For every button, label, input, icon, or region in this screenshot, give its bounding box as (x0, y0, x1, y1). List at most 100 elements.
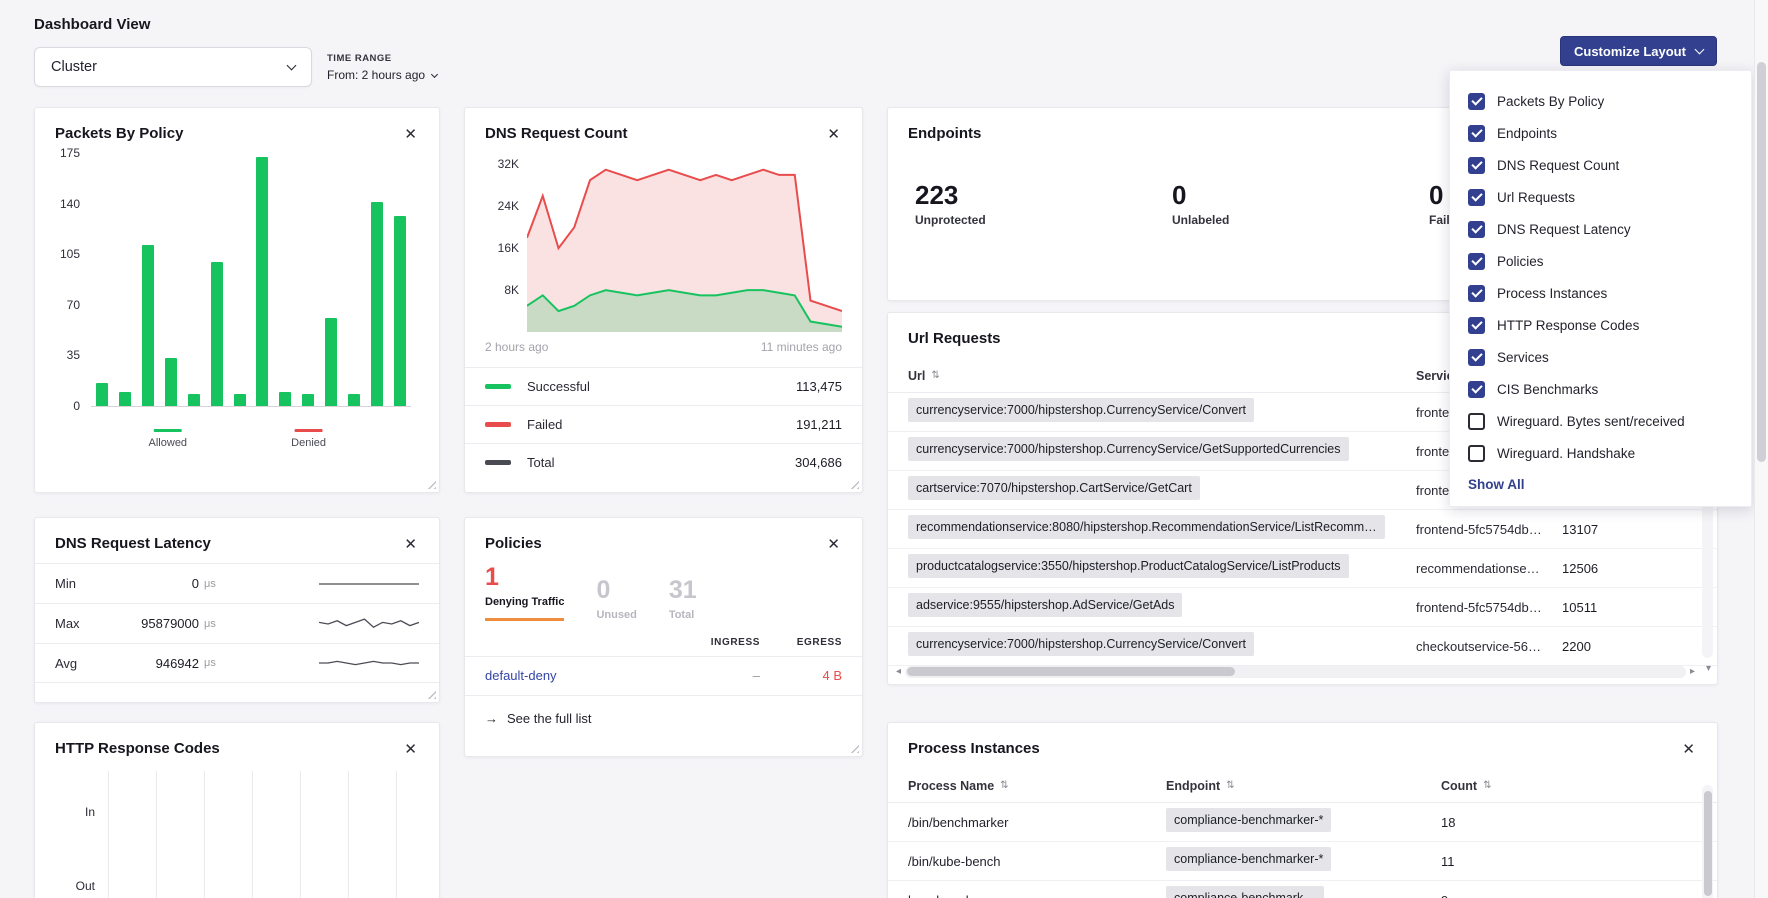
y-tick-label: 8K (504, 283, 519, 297)
checkbox-checked-icon[interactable] (1468, 317, 1485, 334)
url-cell: currencyservice:7000/hipstershop.Currenc… (908, 632, 1416, 661)
url-chip[interactable]: currencyservice:7000/hipstershop.Currenc… (908, 398, 1254, 422)
url-chip[interactable]: productcatalogservice:3550/hipstershop.P… (908, 554, 1349, 578)
customize-layout-label: Customize Layout (1574, 44, 1686, 59)
url-chip[interactable]: currencyservice:7000/hipstershop.Currenc… (908, 437, 1349, 461)
url-chip[interactable]: cartservice:7070/hipstershop.CartService… (908, 476, 1200, 500)
close-icon[interactable]: ✕ (1680, 740, 1697, 759)
menu-item-services[interactable]: Services (1468, 341, 1733, 373)
latency-unit: μs (204, 657, 226, 669)
group-label: Allowed (149, 437, 188, 449)
checkbox-checked-icon[interactable] (1468, 349, 1485, 366)
scroll-right-icon[interactable]: ▸ (1690, 667, 1695, 677)
endpoint-chip[interactable]: compliance-benchmarker-* (1166, 847, 1331, 871)
menu-item-packets-by-policy[interactable]: Packets By Policy (1468, 85, 1733, 117)
checkbox-checked-icon[interactable] (1468, 93, 1485, 110)
y-tick-label: 70 (67, 298, 80, 312)
stat-value: 223 (915, 180, 1172, 211)
policy-stat-total[interactable]: 31Total (669, 577, 697, 621)
scroll-left-icon[interactable]: ◂ (896, 667, 901, 677)
close-icon[interactable]: ✕ (402, 125, 419, 144)
show-all-link[interactable]: Show All (1468, 477, 1733, 492)
close-icon[interactable]: ✕ (402, 535, 419, 554)
resize-handle[interactable] (425, 478, 436, 489)
time-range-label: TIME RANGE (327, 53, 437, 64)
policy-stat-unused[interactable]: 0Unused (596, 577, 636, 621)
dns-request-count-card: DNS Request Count ✕ 32K24K16K8K 2 hours … (464, 107, 863, 493)
url-chip[interactable]: recommendationservice:8080/hipstershop.R… (908, 515, 1385, 539)
close-icon[interactable]: ✕ (825, 125, 842, 144)
customize-layout-button[interactable]: Customize Layout (1560, 36, 1717, 66)
checkbox-checked-icon[interactable] (1468, 285, 1485, 302)
menu-item-wireguard-bytes-sent-received[interactable]: Wireguard. Bytes sent/received (1468, 405, 1733, 437)
resize-handle[interactable] (848, 742, 859, 753)
stat-label: Unprotected (915, 213, 1172, 227)
process-instances-body: /bin/benchmarkercompliance-benchmarker-*… (888, 803, 1717, 898)
checkbox-checked-icon[interactable] (1468, 125, 1485, 142)
policy-row: default-deny – 4 B (465, 656, 862, 696)
menu-item-dns-request-count[interactable]: DNS Request Count (1468, 149, 1733, 181)
scrollbar-thumb[interactable] (907, 667, 1235, 676)
close-icon[interactable]: ✕ (825, 535, 842, 554)
checkbox-checked-icon[interactable] (1468, 381, 1485, 398)
checkbox-unchecked-icon[interactable] (1468, 413, 1485, 430)
checkbox-unchecked-icon[interactable] (1468, 445, 1485, 462)
card-title: Endpoints (908, 125, 981, 142)
menu-item-dns-request-latency[interactable]: DNS Request Latency (1468, 213, 1733, 245)
scroll-down-icon[interactable]: ▾ (1706, 663, 1711, 674)
view-selector[interactable]: Cluster (34, 47, 312, 87)
scrollbar-thumb[interactable] (1757, 62, 1766, 462)
legend-color-dash (485, 384, 511, 389)
endpoint-chip[interactable]: compliance-benchmarker-* (1166, 808, 1331, 832)
table-row: /bin/kube-benchcompliance-benchmarker-*1… (888, 842, 1717, 881)
menu-item-label: Services (1497, 350, 1549, 365)
packets-bar (234, 394, 246, 406)
menu-item-process-instances[interactable]: Process Instances (1468, 277, 1733, 309)
policy-link[interactable]: default-deny (485, 668, 678, 683)
table-row: currencyservice:7000/hipstershop.Currenc… (888, 627, 1717, 666)
count-cell: 9 (1441, 893, 1448, 898)
menu-item-label: Wireguard. Handshake (1497, 446, 1635, 461)
vertical-scrollbar[interactable] (1702, 785, 1713, 898)
url-chip[interactable]: adservice:9555/hipstershop.AdService/Get… (908, 593, 1182, 617)
horizontal-scrollbar[interactable]: ◂ ▸ (896, 665, 1695, 678)
checkbox-checked-icon[interactable] (1468, 157, 1485, 174)
dashboard-page: Dashboard View Cluster TIME RANGE From: … (0, 0, 1768, 898)
policy-stat-label: Total (669, 609, 697, 621)
scrollbar-thumb[interactable] (1704, 791, 1712, 896)
close-icon[interactable]: ✕ (402, 740, 419, 759)
dns-x-axis: 2 hours ago11 minutes ago (485, 340, 842, 354)
column-header-count[interactable]: Count ⇅ (1441, 779, 1697, 793)
menu-item-endpoints[interactable]: Endpoints (1468, 117, 1733, 149)
time-range-from-selector[interactable]: From: 2 hours ago (327, 68, 437, 82)
menu-item-http-response-codes[interactable]: HTTP Response Codes (1468, 309, 1733, 341)
menu-item-wireguard-handshake[interactable]: Wireguard. Handshake (1468, 437, 1733, 469)
checkbox-checked-icon[interactable] (1468, 221, 1485, 238)
column-header-url[interactable]: Url ⇅ (908, 369, 1416, 383)
resize-handle[interactable] (425, 688, 436, 699)
scrollbar-track[interactable] (905, 666, 1686, 678)
page-scrollbar[interactable] (1754, 0, 1768, 898)
policy-stat-denying-traffic[interactable]: 1Denying Traffic (485, 564, 564, 621)
sparkline-path (319, 661, 419, 664)
column-header-process-name[interactable]: Process Name ⇅ (908, 779, 1166, 793)
policies-table-header: INGRESS EGRESS (465, 637, 862, 648)
menu-item-label: HTTP Response Codes (1497, 318, 1639, 333)
endpoint-chip[interactable]: compliance-benchmark… (1166, 886, 1324, 898)
column-header-name (485, 637, 678, 648)
checkbox-checked-icon[interactable] (1468, 253, 1485, 270)
menu-item-policies[interactable]: Policies (1468, 245, 1733, 277)
packets-bar-chart: 17514010570350 (35, 144, 439, 421)
time-range-from-value: From: 2 hours ago (327, 68, 425, 82)
column-header-endpoint[interactable]: Endpoint ⇅ (1166, 779, 1441, 793)
card-title: HTTP Response Codes (55, 740, 220, 757)
url-chip[interactable]: currencyservice:7000/hipstershop.Currenc… (908, 632, 1254, 656)
column-label: Endpoint (1166, 779, 1220, 793)
see-full-list-link[interactable]: → See the full list (465, 696, 862, 741)
menu-item-cis-benchmarks[interactable]: CIS Benchmarks (1468, 373, 1733, 405)
menu-item-url-requests[interactable]: Url Requests (1468, 181, 1733, 213)
latency-metric-label: Max (55, 616, 107, 631)
checkbox-checked-icon[interactable] (1468, 189, 1485, 206)
arrow-right-icon: → (485, 711, 498, 726)
legend-value: 191,211 (796, 417, 842, 432)
